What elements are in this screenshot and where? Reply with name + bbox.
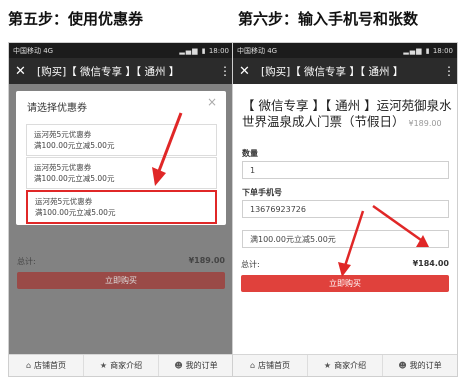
home-icon: ⌂ — [249, 361, 256, 370]
nav-my-orders[interactable]: ☻ 我的订单 — [159, 355, 233, 376]
left-phone-screen: 中国移动 4G ▂▄▆ ▮ 18:00 ✕ [购买]【 微信专享 】【 通州 】… — [8, 42, 234, 377]
app-title: [购买]【 微信专享 】【 通州 】 — [261, 65, 404, 78]
status-bar: 中国移动 4G ▂▄▆ ▮ 18:00 — [9, 43, 233, 58]
buy-now-button[interactable]: 立即购买 — [17, 272, 225, 289]
modal-close-icon[interactable]: × — [207, 95, 217, 109]
total-amount: ¥184.00 — [412, 259, 449, 268]
signal-icon: ▂▄▆ ▮ — [179, 46, 207, 55]
step6-title: 第六步：输入手机号和张数 — [238, 10, 419, 28]
coupon-name: 运河苑5元优惠券 — [35, 197, 93, 206]
nav-label: 我的订单 — [185, 361, 218, 370]
coupon-modal: 请选择优惠券 × 运河苑5元优惠券 满100.00元立减5.00元 运河苑5元优… — [16, 91, 226, 225]
order-form: 【 微信专享 】【 通州 】运河苑御泉水世界温泉成人门票（节假日） ¥189.0… — [233, 84, 457, 354]
nav-store-home[interactable]: ⌂ 店铺首页 — [233, 355, 308, 376]
carrier-label: 中国移动 4G — [237, 46, 278, 55]
time-label: 18:00 — [432, 46, 453, 55]
bottom-nav: ⌂ 店铺首页 ★ 商家介绍 ☻ 我的订单 — [233, 354, 457, 376]
phone-label: 下单手机号 — [242, 188, 282, 197]
product-price: ¥189.00 — [408, 119, 442, 128]
signal-icon: ▂▄▆ ▮ — [403, 46, 431, 55]
nav-label: 我的订单 — [409, 361, 442, 370]
nav-store-home[interactable]: ⌂ 店铺首页 — [9, 355, 84, 376]
nav-label: 商家介绍 — [110, 361, 143, 370]
quantity-input[interactable]: 1 — [242, 161, 449, 179]
total-amount: ¥189.00 — [188, 256, 225, 265]
coupon-rule: 满100.00元立减5.00元 — [34, 174, 115, 183]
coupon-rule: 满100.00元立减5.00元 — [34, 141, 115, 150]
app-bar: ✕ [购买]【 微信专享 】【 通州 】 ⋮ — [233, 58, 457, 84]
user-icon: ☻ — [398, 361, 407, 370]
close-icon[interactable]: ✕ — [239, 65, 255, 78]
total-row: 总计: ¥189.00 — [17, 256, 225, 267]
nav-merchant-info[interactable]: ★ 商家介绍 — [308, 355, 383, 376]
carrier-label: 中国移动 4G — [13, 46, 54, 55]
coupon-item-selected[interactable]: 运河苑5元优惠券 满100.00元立减5.00元 — [26, 190, 217, 224]
more-menu-icon[interactable]: ⋮ — [443, 64, 455, 78]
step5-title: 第五步：使用优惠券 — [8, 10, 144, 28]
buy-now-button[interactable]: 立即购买 — [241, 275, 449, 292]
coupon-name: 运河苑5元优惠券 — [34, 163, 92, 172]
coupon-rule: 满100.00元立减5.00元 — [35, 208, 116, 217]
star-icon: ★ — [323, 361, 332, 370]
nav-merchant-info[interactable]: ★ 商家介绍 — [84, 355, 159, 376]
close-icon[interactable]: ✕ — [15, 65, 31, 78]
nav-label: 店铺首页 — [258, 361, 291, 370]
total-row: 总计: ¥184.00 — [241, 259, 449, 270]
quantity-label: 数量 — [242, 149, 258, 158]
coupon-item[interactable]: 运河苑5元优惠券 满100.00元立减5.00元 — [26, 157, 217, 189]
coupon-item[interactable]: 运河苑5元优惠券 满100.00元立减5.00元 — [26, 124, 217, 156]
more-menu-icon[interactable]: ⋮ — [219, 64, 231, 78]
coupon-name: 运河苑5元优惠券 — [34, 130, 92, 139]
bottom-nav: ⌂ 店铺首页 ★ 商家介绍 ☻ 我的订单 — [9, 354, 233, 376]
status-bar: 中国移动 4G ▂▄▆ ▮ 18:00 — [233, 43, 457, 58]
total-label: 总计: — [17, 257, 36, 266]
coupon-modal-title: 请选择优惠券 — [27, 103, 87, 114]
time-label: 18:00 — [208, 46, 229, 55]
nav-label: 店铺首页 — [34, 361, 67, 370]
phone-input[interactable]: 13676923726 — [242, 200, 449, 218]
total-label: 总计: — [241, 260, 260, 269]
app-bar: ✕ [购买]【 微信专享 】【 通州 】 ⋮ — [9, 58, 233, 84]
nav-label: 商家介绍 — [334, 361, 367, 370]
nav-my-orders[interactable]: ☻ 我的订单 — [383, 355, 457, 376]
coupon-select[interactable]: 满100.00元立减5.00元 — [242, 230, 449, 248]
user-icon: ☻ — [174, 361, 183, 370]
home-icon: ⌂ — [25, 361, 32, 370]
app-title: [购买]【 微信专享 】【 通州 】 — [37, 65, 180, 78]
star-icon: ★ — [99, 361, 108, 370]
product-title: 【 微信专享 】【 通州 】运河苑御泉水世界温泉成人门票（节假日） ¥189.0… — [242, 98, 454, 132]
right-phone-screen: 中国移动 4G ▂▄▆ ▮ 18:00 ✕ [购买]【 微信专享 】【 通州 】… — [232, 42, 458, 377]
